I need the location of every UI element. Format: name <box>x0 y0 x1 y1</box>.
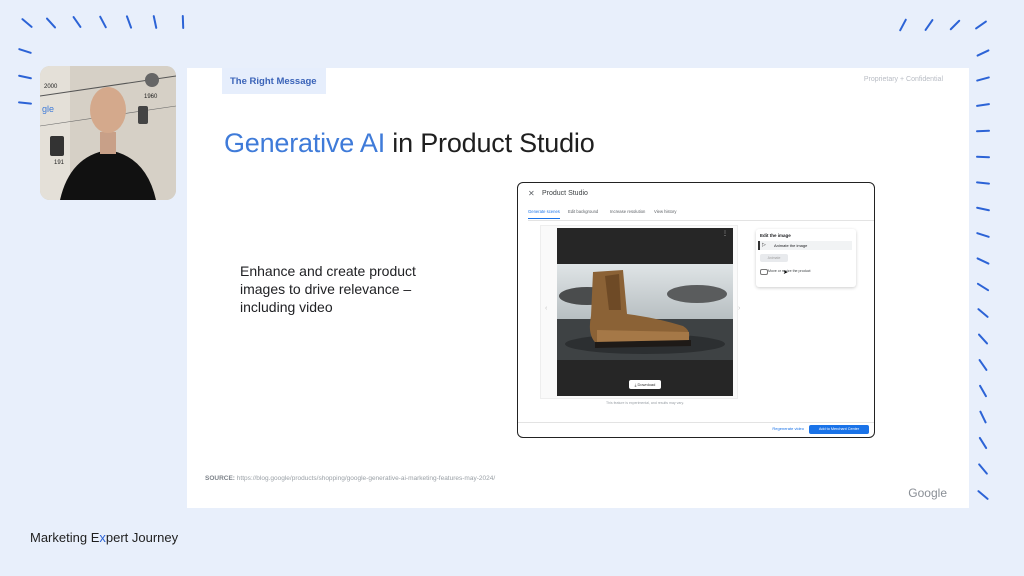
experimental-disclaimer: This feature is experimental, and result… <box>606 401 684 405</box>
mouse-cursor-icon: ➤ <box>783 270 789 276</box>
prev-arrow-icon[interactable]: ‹ <box>545 305 547 312</box>
next-arrow-icon[interactable]: › <box>738 305 740 312</box>
product-studio-tabs: Generate scenes Edit background Increase… <box>528 208 874 221</box>
animate-option[interactable]: ▷ Animate the image <box>758 241 852 250</box>
brand-part-2: pert Journey <box>105 530 179 545</box>
close-icon[interactable]: ✕ <box>528 189 535 198</box>
preview-frame: ⋮ ⤓ Download <box>540 225 738 399</box>
source-url: https://blog.google/products/shopping/go… <box>234 475 496 482</box>
brand-part-1: Marketing E <box>30 530 100 545</box>
add-to-merchant-center-button[interactable]: Add to Merchant Center <box>809 425 869 434</box>
tab-generate-scenes[interactable]: Generate scenes <box>528 209 560 219</box>
product-studio-title: Product Studio <box>542 190 588 197</box>
slide-body-text: Enhance and create product images to dri… <box>240 263 416 315</box>
google-logo: Google <box>908 486 947 500</box>
wall-label-1960: 1960 <box>144 94 158 100</box>
wall-label-2000: 2000 <box>44 84 58 90</box>
tab-increase-resolution[interactable]: Increase resolution <box>610 209 645 214</box>
regenerate-video-button[interactable]: Regenerate video <box>772 426 804 431</box>
product-preview: ⋮ ⤓ Download <box>557 228 733 396</box>
tab-edit-background[interactable]: Edit background <box>568 209 598 214</box>
edit-panel-heading: Edit the image <box>760 233 791 238</box>
wall-label-gle: gle <box>42 104 55 114</box>
presenter-webcam: 2000 1960 gle 191 <box>40 66 176 200</box>
animate-button[interactable]: Animate <box>760 254 788 262</box>
video-icon: ▷ <box>762 242 766 248</box>
title-highlight: Generative AI <box>224 128 385 158</box>
source-citation: SOURCE: https://blog.google/products/sho… <box>205 475 495 482</box>
move-resize-toggle[interactable] <box>760 269 768 275</box>
presenter-video-frame <box>40 66 176 200</box>
tab-view-history[interactable]: View history <box>654 209 677 214</box>
more-options-icon[interactable]: ⋮ <box>722 230 728 237</box>
product-studio-screenshot: ✕ Product Studio Generate scenes Edit ba… <box>517 182 875 438</box>
slide-title: Generative AI in Product Studio <box>224 128 595 159</box>
edit-image-panel: Edit the image ▷ Animate the image Anima… <box>756 229 856 287</box>
section-tag: The Right Message <box>222 68 326 94</box>
product-studio-header: ✕ Product Studio <box>518 183 874 205</box>
wall-label-191: 191 <box>54 160 65 166</box>
move-resize-label: Move or resize the product <box>768 269 811 273</box>
title-rest: in Product Studio <box>385 128 595 158</box>
brand-wordmark: Marketing Expert Journey <box>30 530 178 545</box>
confidential-label: Proprietary + Confidential <box>863 76 943 83</box>
product-studio-footer: Regenerate video Add to Merchant Center <box>518 422 874 437</box>
animate-label: Animate the image <box>774 243 808 248</box>
source-label: SOURCE: <box>205 475 235 482</box>
presentation-slide: The Right Message Proprietary + Confiden… <box>187 68 969 508</box>
download-button[interactable]: ⤓ Download <box>629 380 661 389</box>
boot-scene-image <box>557 264 733 360</box>
